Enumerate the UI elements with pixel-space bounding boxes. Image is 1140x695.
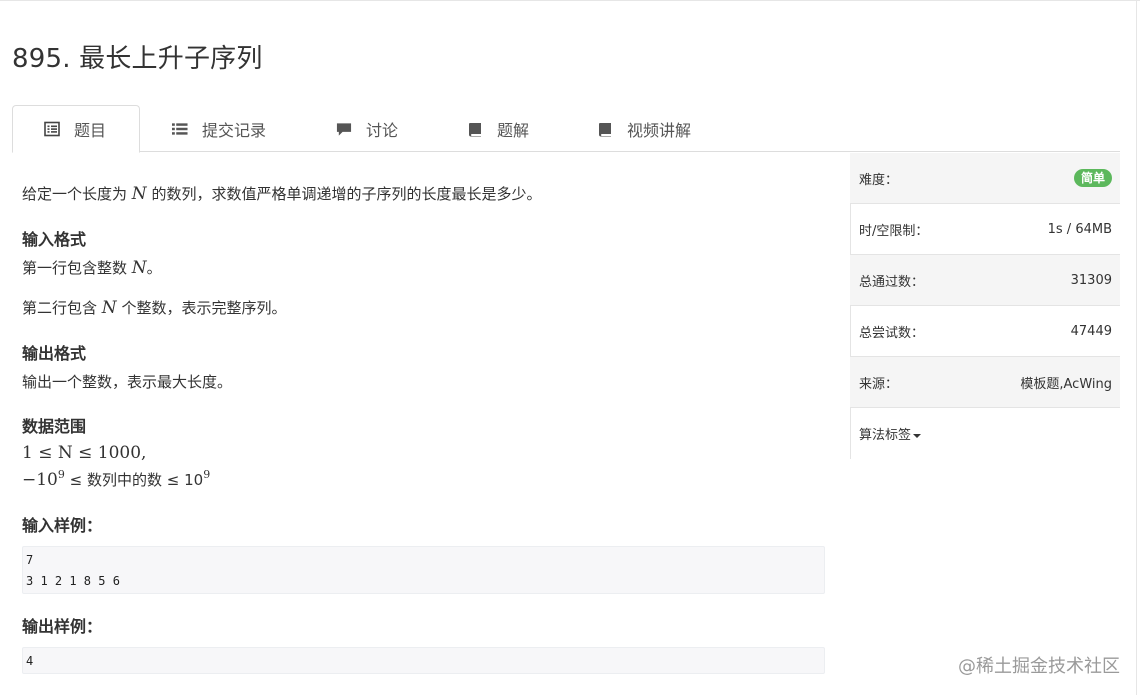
intro-text-post: 的数列，求数值严格单调递增的子序列的长度最长是多少。 (151, 185, 542, 203)
passed-label: 总通过数： (859, 274, 925, 290)
input-line-1-pre: 第一行包含整数 (22, 259, 128, 277)
comment-icon (336, 121, 352, 137)
list-icon (172, 121, 188, 137)
math-var: N (131, 184, 147, 204)
source-value: 模板题,AcWing (1020, 376, 1112, 392)
book-icon (467, 121, 483, 137)
problem-intro: 给定一个长度为 N 的数列，求数值严格单调递增的子序列的长度最长是多少。 (22, 183, 541, 204)
input-line-2-pre: 第二行包含 (22, 299, 98, 317)
tried-row: 总尝试数： 47449 (850, 306, 1120, 357)
tab-submissions[interactable]: 提交记录 (172, 105, 266, 152)
tab-label: 题解 (497, 120, 530, 140)
range-exp: 9 (57, 468, 65, 481)
tab-bar: 题目 提交记录 讨论 题解 视频讲解 (12, 105, 1120, 153)
tags-dropdown[interactable]: 算法标签 (859, 424, 922, 443)
range-neg-base: −10 (22, 470, 58, 490)
range-mid: ≤ 数列中的数 ≤ 10 (69, 471, 204, 489)
list-alt-icon (44, 121, 60, 137)
passed-row: 总通过数： 31309 (850, 255, 1120, 306)
tried-label: 总尝试数： (859, 325, 925, 341)
tried-value: 47449 (1070, 323, 1112, 339)
input-line-2-post: 个整数，表示完整序列。 (121, 299, 287, 317)
watermark: @稀土掘金技术社区 (958, 656, 1120, 677)
range-line-2: −109 ≤ 数列中的数 ≤ 109 (22, 468, 210, 490)
difficulty-label: 难度： (859, 172, 899, 188)
data-range-heading: 数据范围 (22, 417, 87, 436)
caret-down-icon (913, 433, 922, 438)
tab-video[interactable]: 视频讲解 (597, 105, 691, 152)
limit-row: 时/空限制： 1s / 64MB (850, 204, 1120, 255)
tab-label: 讨论 (366, 120, 399, 140)
tab-label: 提交记录 (202, 120, 267, 140)
sample-output-code[interactable]: 4 (22, 647, 825, 674)
tab-problem[interactable]: 题目 (12, 105, 140, 153)
limit-value: 1s / 64MB (1047, 221, 1112, 237)
sample-output-heading: 输出样例： (22, 617, 103, 636)
limit-label: 时/空限制： (859, 223, 929, 239)
source-row: 来源： 模板题,AcWing (850, 357, 1120, 408)
source-label: 来源： (859, 376, 899, 392)
passed-value: 31309 (1070, 272, 1112, 288)
output-format-heading: 输出格式 (22, 344, 87, 363)
code-line: 3 1 2 1 8 5 6 (26, 574, 120, 588)
math-var: N (101, 298, 117, 318)
tags-label: 算法标签 (859, 428, 912, 443)
input-line-1-post: 。 (146, 259, 162, 277)
input-format-heading: 输入格式 (22, 230, 87, 249)
page-title: 895. 最长上升子序列 (12, 44, 263, 74)
tags-row[interactable]: 算法标签 (850, 408, 1120, 459)
difficulty-row: 难度： 简单 (850, 153, 1120, 204)
output-line: 输出一个整数，表示最大长度。 (22, 373, 233, 391)
math-var: N (131, 258, 147, 278)
book-icon (597, 121, 613, 137)
code-line: 7 (26, 553, 34, 567)
tab-label: 题目 (74, 121, 107, 140)
difficulty-badge: 简单 (1073, 169, 1112, 187)
sample-input-code[interactable]: 7 3 1 2 1 8 5 6 (22, 546, 825, 594)
input-line-2: 第二行包含 N 个整数，表示完整序列。 (22, 297, 286, 318)
range-exp: 9 (203, 468, 211, 481)
tab-solutions[interactable]: 题解 (467, 105, 529, 152)
input-line-1: 第一行包含整数 N。 (22, 257, 162, 278)
tab-label: 视频讲解 (627, 120, 692, 140)
tab-discussion[interactable]: 讨论 (336, 105, 398, 152)
code-line: 4 (26, 654, 34, 668)
intro-text-pre: 给定一个长度为 (22, 185, 128, 203)
range-line-1: 1 ≤ N ≤ 1000, (22, 443, 147, 463)
top-border (0, 0, 1140, 1)
right-border (1136, 0, 1137, 695)
sample-input-heading: 输入样例： (22, 516, 103, 535)
